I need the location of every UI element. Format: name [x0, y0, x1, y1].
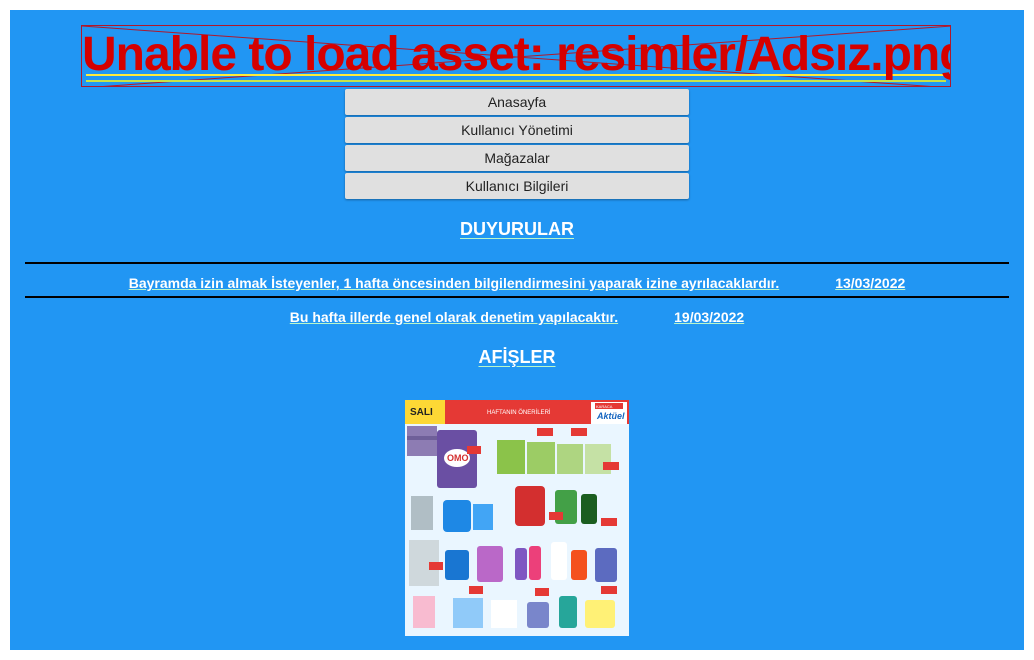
poster-image[interactable]: SALI HAFTANIN ÖNERİLERİ KARACA Aktüel OM…: [405, 400, 629, 636]
announcement-item: Bayramda izin almak İsteyenler, 1 hafta …: [10, 275, 1024, 291]
announcement-item: Bu hafta illerde genel olarak denetim ya…: [10, 309, 1024, 325]
posters-title: AFİŞLER: [478, 347, 556, 367]
menu-button-home[interactable]: Anasayfa: [345, 89, 689, 115]
poster-day: SALI: [410, 407, 433, 418]
menu-button-user-info[interactable]: Kullanıcı Bilgileri: [345, 173, 689, 199]
poster-brand-small: KARACA: [596, 404, 613, 409]
announcement-text: Bayramda izin almak İsteyenler, 1 hafta …: [128, 275, 780, 291]
menu-button-user-management[interactable]: Kullanıcı Yönetimi: [345, 117, 689, 143]
announcement-date: 13/03/2022: [835, 275, 906, 291]
error-message: Unable to load asset: resimler/Adsız.png: [82, 28, 951, 81]
poster-artwork: SALI HAFTANIN ÖNERİLERİ KARACA Aktüel OM…: [405, 400, 629, 636]
announcement-text: Bu hafta illerde genel olarak denetim ya…: [289, 309, 619, 325]
divider: [25, 296, 1009, 298]
poster-header: HAFTANIN ÖNERİLERİ: [487, 409, 551, 416]
menu-button-stores[interactable]: Mağazalar: [345, 145, 689, 171]
announcements-title: DUYURULAR: [460, 219, 574, 239]
announcement-date: 19/03/2022: [674, 309, 745, 325]
poster-brand: Aktüel: [596, 411, 625, 421]
image-load-error: Unable to load asset: resimler/Adsız.png: [81, 25, 951, 87]
app-root: Unable to load asset: resimler/Adsız.png…: [10, 10, 1024, 650]
divider: [25, 262, 1009, 264]
poster-product: OMO: [447, 453, 469, 463]
